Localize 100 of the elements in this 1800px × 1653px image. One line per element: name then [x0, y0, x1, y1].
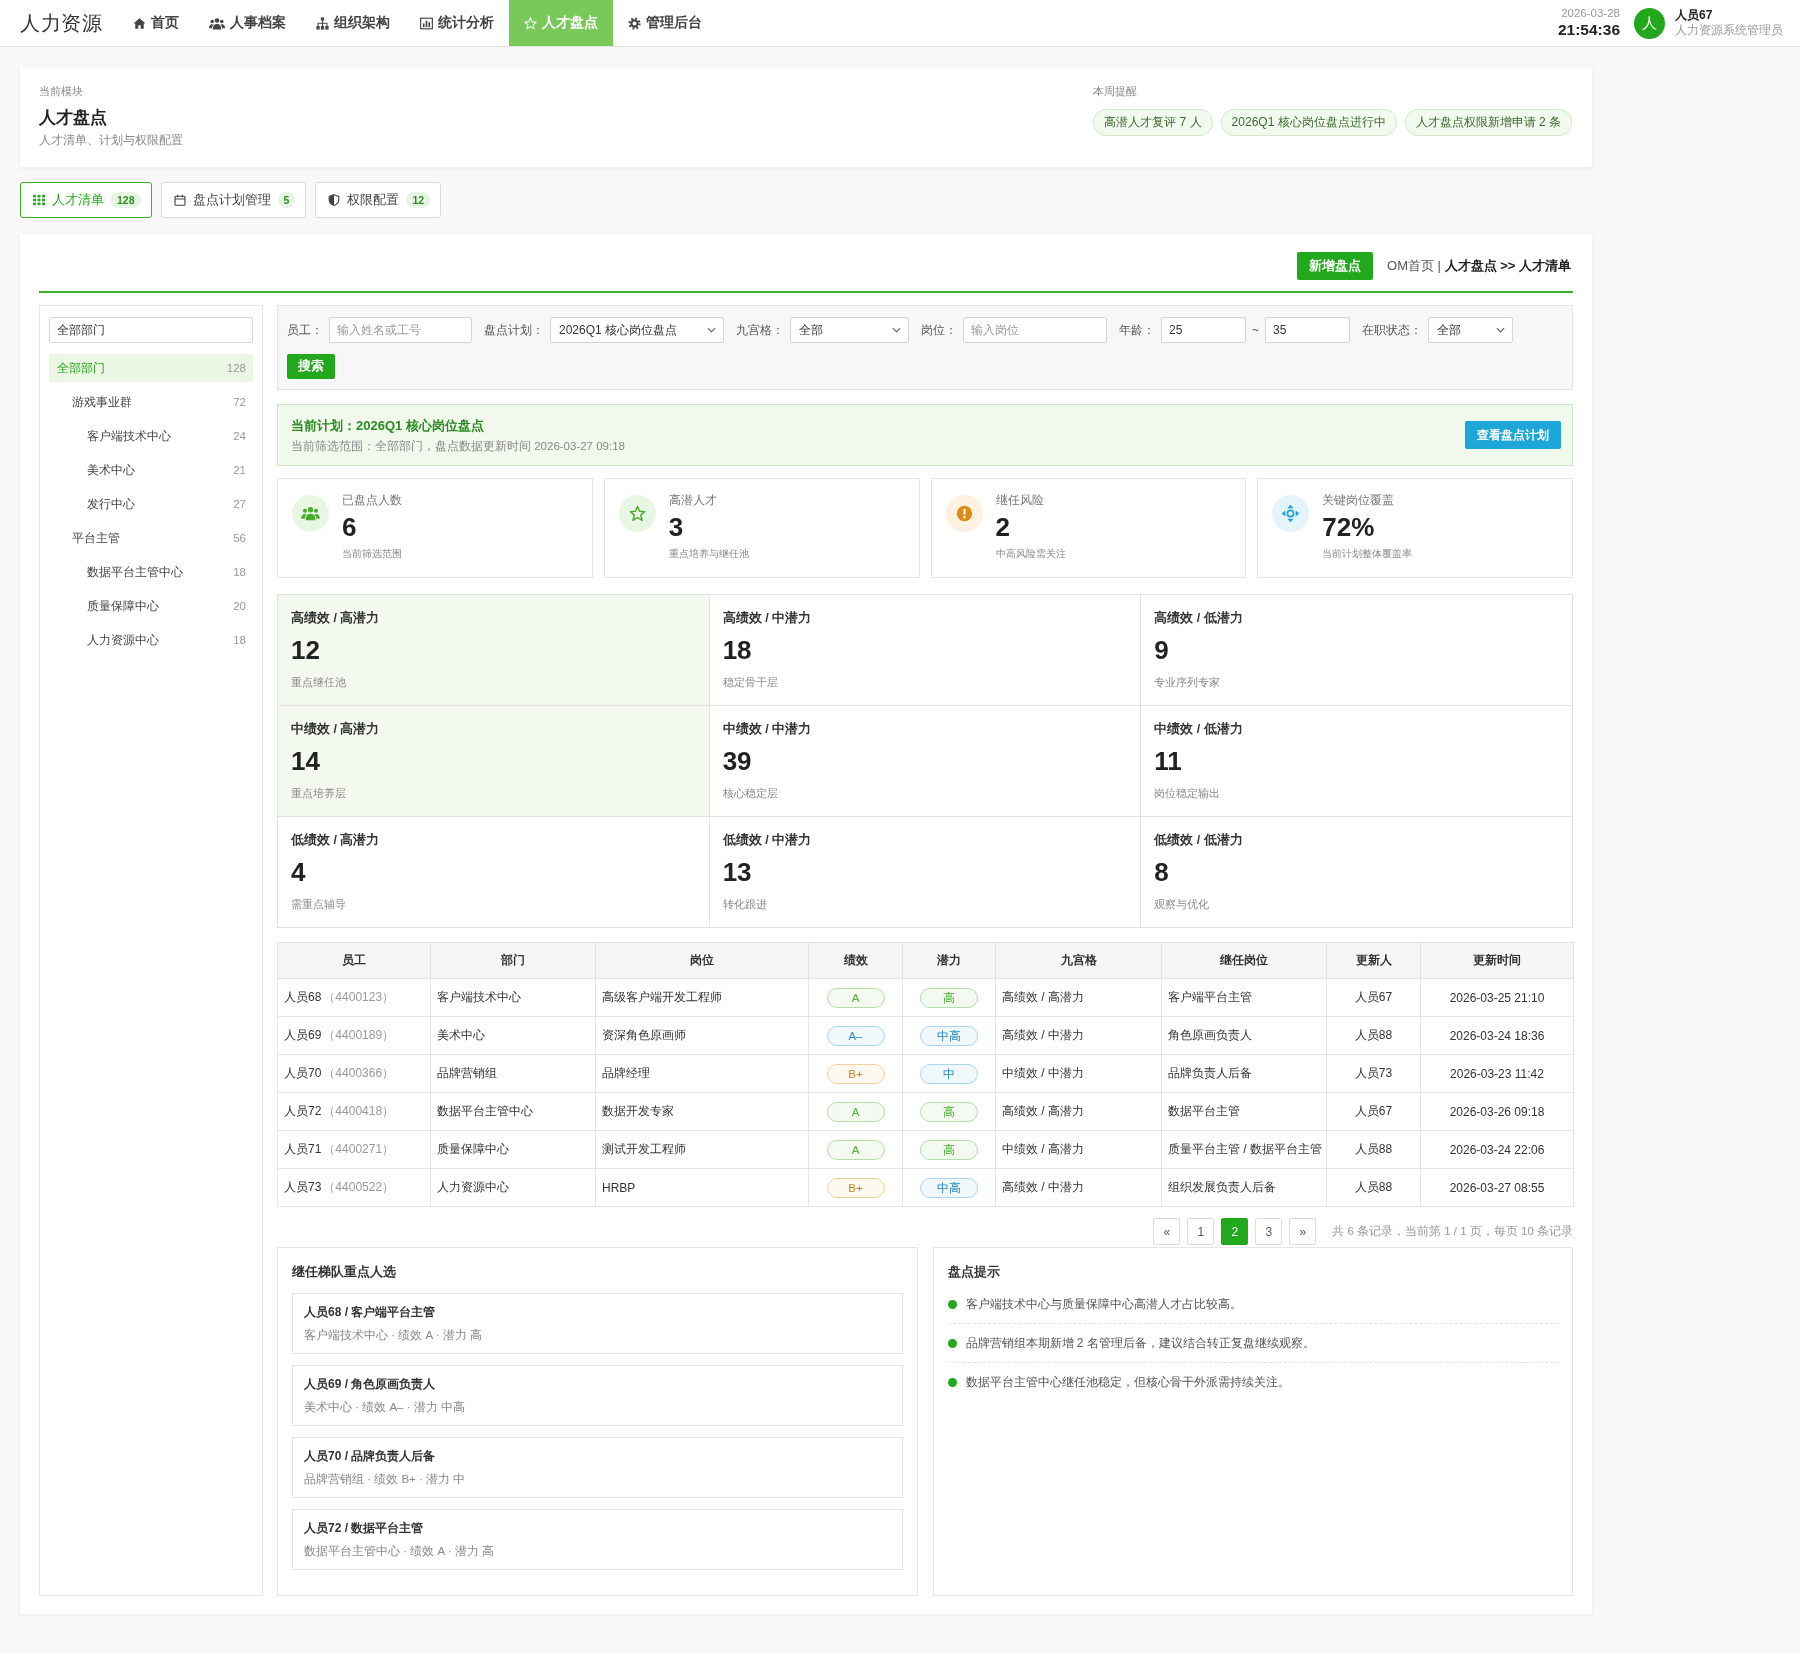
successor-card[interactable]: 人员70 / 品牌负责人后备 品牌营销组 · 绩效 B+ · 潜力 中 [292, 1437, 903, 1498]
column-header: 员工 [277, 942, 431, 979]
employee-id: （4400366） [323, 1066, 395, 1080]
department-count: 18 [233, 634, 246, 646]
grid-cell-title: 中绩效 / 低潜力 [1154, 721, 1243, 738]
nav-item[interactable]: 首页 [118, 0, 194, 46]
grid-cell-note: 岗位稳定输出 [1154, 786, 1221, 802]
table-cell: 高绩效 / 中潜力 [995, 1168, 1162, 1207]
grid-cell-note: 重点培养层 [291, 786, 346, 802]
grid-cell-note: 稳定骨干层 [722, 675, 778, 691]
successor-detail: 美术中心 · 绩效 A– · 潜力 中高 [304, 1400, 465, 1415]
successor-card[interactable]: 人员69 / 角色原画负责人 美术中心 · 绩效 A– · 潜力 中高 [292, 1365, 903, 1426]
department-count: 128 [226, 362, 246, 374]
page-button[interactable]: 1 [1187, 1218, 1215, 1245]
reminder-chip[interactable]: 2026Q1 核心岗位盘点进行中 [1220, 109, 1397, 136]
table-cell: 客户端平台主管 [1161, 978, 1327, 1017]
table-cell: 中绩效 / 中潜力 [995, 1054, 1162, 1093]
employee-name: 人员68 [284, 990, 322, 1004]
grade-badge: A– [826, 1025, 885, 1046]
column-header: 绩效 [808, 942, 903, 979]
sitemap-icon [316, 16, 329, 30]
reminder-chip[interactable]: 高潜人才复评 7 人 [1093, 109, 1213, 136]
stat-value: 6 [342, 512, 357, 544]
department-count: 72 [233, 396, 246, 408]
potential-badge: 中高 [920, 1025, 978, 1046]
age-from-field[interactable]: 25 [1161, 317, 1246, 343]
table-cell: 品牌负责人后备 [1161, 1054, 1327, 1093]
select-field[interactable]: 全部 [790, 317, 909, 343]
nav-item[interactable]: 组织架构 [301, 0, 405, 46]
column-header: 继任岗位 [1161, 942, 1327, 979]
department-name: 数据平台主管中心 [87, 563, 183, 581]
successor-card[interactable]: 人员72 / 数据平台主管 数据平台主管中心 · 绩效 A · 潜力 高 [292, 1509, 903, 1570]
nav-item[interactable]: 统计分析 [405, 0, 509, 46]
grid-cell-title: 中绩效 / 高潜力 [291, 721, 380, 738]
grid-cell-value: 8 [1154, 857, 1169, 889]
date-text: 2026-03-28 [1561, 7, 1620, 21]
input-field[interactable]: 输入姓名或工号 [329, 317, 472, 343]
tree-item[interactable]: 美术中心 21 [49, 456, 253, 484]
column-header: 更新时间 [1420, 942, 1574, 979]
page-button[interactable]: 3 [1255, 1218, 1283, 1245]
tab[interactable]: 权限配置 12 [315, 182, 442, 218]
select-field[interactable]: 2026Q1 核心岗位盘点 [550, 317, 724, 343]
reminder-chip[interactable]: 人才盘点权限新增申请 2 条 [1404, 109, 1572, 136]
grid-cell-note: 观察与优化 [1154, 897, 1210, 913]
user-role: 人力资源系统管理员 [1675, 23, 1783, 38]
filter-label: 年龄： [1119, 321, 1155, 339]
tree-item[interactable]: 质量保障中心 20 [49, 592, 253, 620]
department-count: 21 [233, 464, 246, 476]
grid-cell-title: 低绩效 / 高潜力 [291, 832, 380, 849]
department-count: 56 [233, 532, 246, 544]
page-button[interactable]: » [1289, 1218, 1317, 1245]
filter-label: 盘点计划： [484, 321, 544, 339]
table-cell: 人员73 [1326, 1054, 1421, 1093]
table-cell: 美术中心 [430, 1016, 596, 1055]
table-cell: 高级客户端开发工程师 [595, 978, 809, 1017]
successor-detail: 品牌营销组 · 绩效 B+ · 潜力 中 [304, 1472, 466, 1487]
page-button[interactable]: « [1153, 1218, 1181, 1245]
tree-item[interactable]: 游戏事业群 72 [49, 388, 253, 416]
grid-cell-value: 4 [291, 857, 306, 889]
nav-item[interactable]: 管理后台 [613, 0, 717, 46]
successor-card[interactable]: 人员68 / 客户端平台主管 客户端技术中心 · 绩效 A · 潜力 高 [292, 1293, 903, 1354]
grid-cell-title: 高绩效 / 中潜力 [722, 610, 812, 627]
table-cell: 品牌营销组 [430, 1054, 596, 1093]
department-search-field[interactable]: 全部部门 [49, 317, 253, 343]
tree-item[interactable]: 数据平台主管中心 18 [49, 558, 253, 586]
app-logo-text: 人力资源 [20, 10, 102, 36]
grid-cell-title: 低绩效 / 低潜力 [1154, 832, 1243, 849]
home-icon [133, 16, 146, 30]
stat-label: 关键岗位覆盖 [1322, 493, 1395, 508]
age-to-field[interactable]: 35 [1265, 317, 1350, 343]
grid-cell-note: 重点继任池 [291, 675, 346, 691]
table-cell: 组织发展负责人后备 [1161, 1168, 1327, 1207]
employee-name: 人员72 [284, 1104, 322, 1118]
table-cell: 数据开发专家 [595, 1092, 809, 1131]
grid-cell-note: 专业序列专家 [1154, 675, 1221, 691]
tree-item[interactable]: 平台主管 56 [49, 524, 253, 552]
table-cell: 角色原画负责人 [1161, 1016, 1327, 1055]
tree-item[interactable]: 客户端技术中心 24 [49, 422, 253, 450]
filter-label: 员工： [287, 321, 323, 339]
plan-note: 当前筛选范围：全部部门，盘点数据更新时间 2026-03-27 09:18 [291, 438, 625, 454]
chevron-down-icon [892, 327, 901, 333]
input-field[interactable]: 输入岗位 [963, 317, 1107, 343]
tree-item[interactable]: 发行中心 27 [49, 490, 253, 518]
tab[interactable]: 人才清单 128 [20, 182, 152, 218]
table-cell: 客户端技术中心 [430, 978, 596, 1017]
stat-note: 中高风险需关注 [995, 547, 1066, 562]
tree-item[interactable]: 人力资源中心 18 [49, 626, 253, 654]
range-separator: ~ [1252, 323, 1259, 337]
calendar-icon [173, 194, 186, 206]
employee-id: （4400271） [323, 1142, 395, 1156]
grid-cell-note: 需重点辅导 [291, 897, 346, 913]
bullet-dot-icon [947, 1299, 957, 1309]
tab[interactable]: 盘点计划管理 5 [160, 182, 307, 218]
bullet-dot-icon [947, 1377, 957, 1387]
department-name: 平台主管 [72, 529, 120, 547]
table-cell: 资深角色原画师 [595, 1016, 809, 1055]
department-name: 人力资源中心 [87, 631, 159, 649]
grid-cell-note: 转化跟进 [722, 897, 767, 913]
nav-item[interactable]: 人事档案 [194, 0, 301, 46]
select-field[interactable]: 全部 [1428, 317, 1513, 343]
